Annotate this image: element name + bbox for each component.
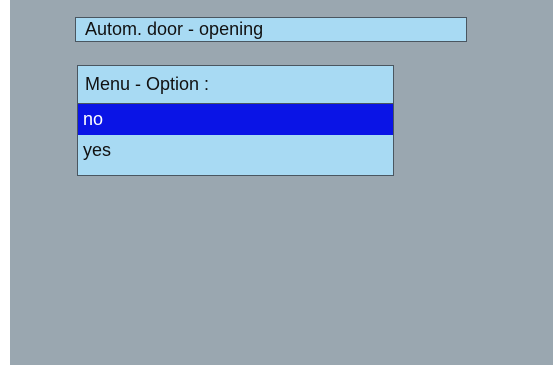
menu-option-yes[interactable]: yes (78, 135, 393, 166)
option-menu: Menu - Option : no yes (77, 65, 394, 176)
menu-option-no[interactable]: no (78, 104, 393, 135)
display-screen: Autom. door - opening Menu - Option : no… (10, 0, 553, 365)
page-title: Autom. door - opening (75, 17, 467, 42)
menu-header: Menu - Option : (78, 66, 393, 104)
